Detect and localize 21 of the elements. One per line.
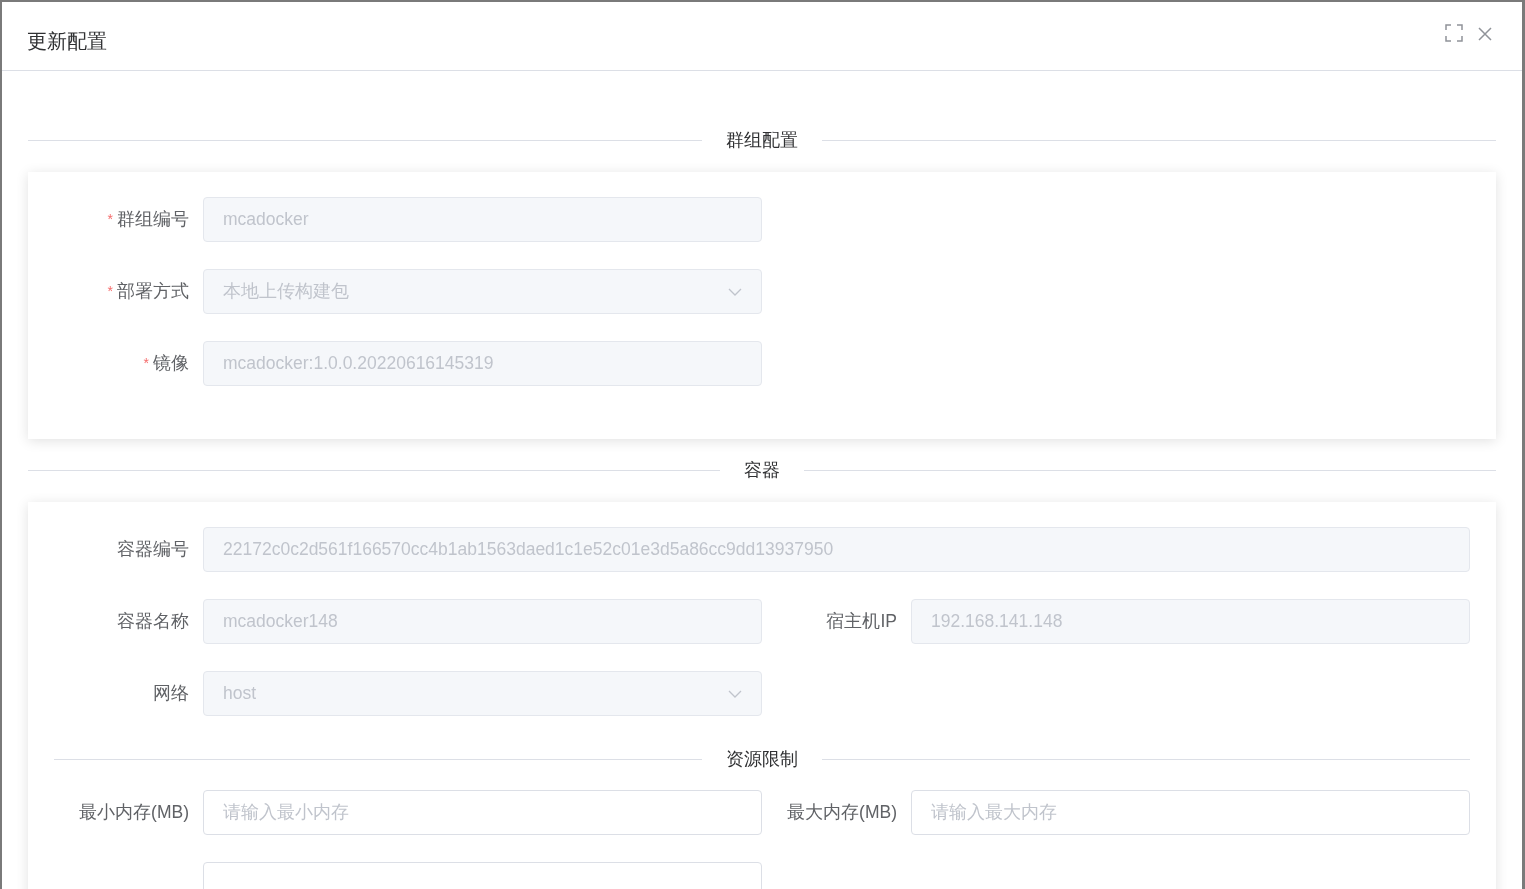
fullscreen-button[interactable] [1444, 23, 1464, 43]
input-field[interactable]: 请输入最小内存 [203, 790, 762, 835]
field-label: 镜像 [153, 352, 189, 376]
section-title: 资源限制 [725, 748, 799, 771]
field-label: 宿主机IP [826, 610, 897, 634]
field-label: 容器名称 [117, 610, 189, 634]
field-label: 群组编号 [117, 208, 189, 232]
section-title: 群组配置 [725, 129, 799, 152]
required-mark: * [107, 282, 113, 301]
field-label: 最小内存(MB) [79, 801, 189, 825]
field-label: 容器编号 [117, 538, 189, 562]
field-label: 最大内存(MB) [787, 801, 897, 825]
section-title: 容器 [743, 459, 781, 482]
field-label: 部署方式 [117, 280, 189, 304]
chevron-down-icon [728, 689, 742, 698]
input-field[interactable]: 请输入最大内存 [911, 790, 1470, 835]
chevron-down-icon [728, 287, 742, 296]
field-label: 网络 [153, 682, 189, 706]
required-mark: * [107, 210, 113, 229]
dialog-title: 更新配置 [27, 29, 108, 54]
required-mark: * [143, 354, 149, 373]
